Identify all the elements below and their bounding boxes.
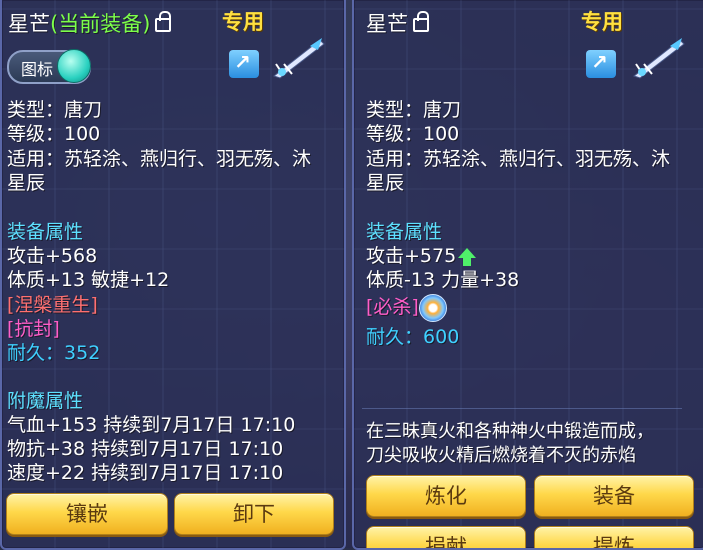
durability: 耐久：352 [7, 338, 100, 365]
durability-label: 耐久： [7, 342, 65, 364]
item-description-line1: 在三昧真火和各种神火中锻造而成， [366, 421, 654, 442]
durability: 耐久：600 [366, 322, 459, 349]
item-title: 星芒 [366, 8, 429, 38]
upgrade-arrow-icon [458, 247, 477, 266]
current-equipment-panel: 星芒(当前装备) 专用 图标 类型：唐刀 等级：100 适用：苏轻涂、燕归行、羽… [0, 0, 346, 550]
item-title: 星芒(当前装备) [8, 8, 172, 38]
sword-item-icon [632, 38, 685, 79]
special-skill-1: [涅槃重生] [7, 294, 98, 316]
sword-item-icon [272, 38, 325, 79]
toggle-label: 图标 [21, 60, 54, 79]
equipped-status: (当前装备) [50, 12, 151, 36]
extract-button[interactable]: 提炼 [534, 526, 694, 548]
inlay-button[interactable]: 镶嵌 [6, 493, 168, 535]
enchant-hp: 气血+153 持续到7月17日 17:10 [7, 414, 296, 436]
durability-value: 352 [64, 342, 101, 364]
icon-toggle[interactable]: 图标 [7, 49, 91, 84]
attr-attack: 攻击+568 [7, 245, 98, 267]
share-icon[interactable] [586, 50, 616, 78]
enchant-defense: 物抗+38 持续到7月17日 17:10 [7, 438, 284, 460]
durability-value: 600 [423, 326, 460, 348]
attr-attack: 攻击+575 [366, 241, 477, 268]
unequip-button[interactable]: 卸下 [174, 493, 334, 535]
equip-button[interactable]: 装备 [534, 475, 694, 517]
item-fit-line2: 星辰 [366, 172, 405, 194]
attr-heading: 装备属性 [366, 221, 443, 243]
refine-button[interactable]: 炼化 [366, 475, 526, 517]
item-type: 类型：唐刀 [7, 99, 103, 121]
lock-icon[interactable] [155, 11, 172, 32]
durability-label: 耐久： [366, 326, 424, 348]
attr-attack-text: 攻击+575 [366, 245, 457, 267]
item-name: 星芒 [8, 12, 50, 36]
enchant-speed: 速度+22 持续到7月17日 17:10 [7, 462, 284, 484]
lock-icon[interactable] [413, 11, 429, 32]
donate-button[interactable]: 捐献 [366, 526, 526, 548]
compare-equipment-panel: 星芒 专用 类型：唐刀 等级：100 适用：苏轻涂、燕归行、羽无殇、沐 星辰 装… [352, 0, 703, 550]
special-skill-row: [必杀] [366, 292, 447, 322]
attr-heading: 装备属性 [7, 221, 84, 243]
item-fit-line2: 星辰 [7, 172, 46, 194]
toggle-knob [57, 49, 91, 83]
divider [362, 408, 682, 409]
item-type: 类型：唐刀 [366, 99, 462, 121]
item-description-line2: 刀尖吸收火精后燃烧着不灭的赤焰 [366, 445, 636, 466]
special-skill-1: [必杀] [366, 296, 419, 318]
attr-body-strength: 体质-13 力量+38 [366, 269, 520, 291]
special-skill-2: [抗封] [7, 318, 60, 340]
skill-icon[interactable] [418, 293, 447, 322]
share-icon[interactable] [229, 50, 259, 78]
item-fit-line1: 适用：苏轻涂、燕归行、羽无殇、沐 [366, 148, 671, 170]
attr-body-agility: 体质+13 敏捷+12 [7, 269, 170, 291]
enchant-heading: 附魔属性 [7, 390, 84, 412]
item-level: 等级：100 [366, 123, 460, 145]
item-level: 等级：100 [7, 123, 101, 145]
item-fit-line1: 适用：苏轻涂、燕归行、羽无殇、沐 [7, 148, 312, 170]
exclusive-label: 专用 [222, 10, 264, 34]
exclusive-label: 专用 [581, 10, 623, 34]
item-name: 星芒 [366, 12, 408, 36]
